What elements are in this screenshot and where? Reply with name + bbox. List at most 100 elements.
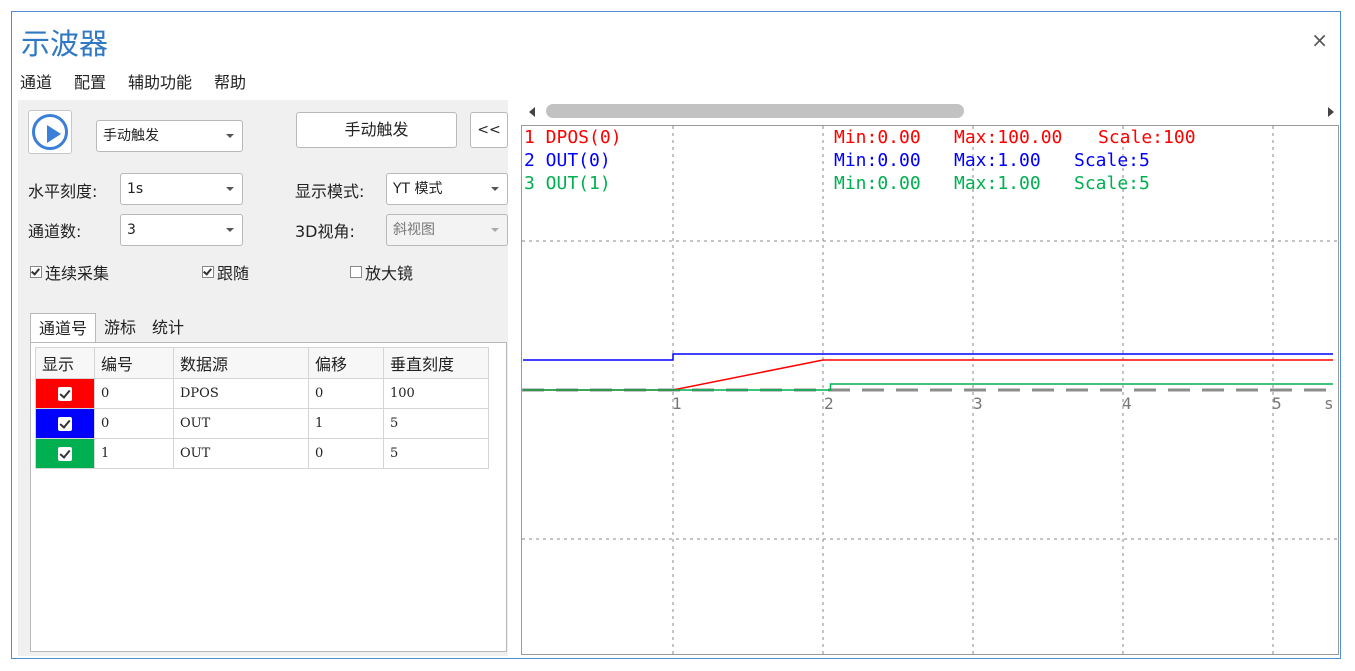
h-scale-value: 1s xyxy=(127,181,144,197)
plot-canvas xyxy=(522,126,1338,654)
cell-offset: 1 xyxy=(308,408,384,439)
cell-offset: 0 xyxy=(308,438,384,469)
horizontal-scrollbar[interactable] xyxy=(524,102,1342,122)
channel-color-swatch xyxy=(36,409,94,438)
collapse-panel-button[interactable]: << xyxy=(470,112,508,148)
menu-channel[interactable]: 通道 xyxy=(20,69,52,95)
close-icon[interactable]: × xyxy=(1311,28,1328,52)
checkbox-icon xyxy=(202,266,214,278)
cell-id: 0 xyxy=(94,378,174,409)
tab-cursor[interactable]: 游标 xyxy=(96,313,144,343)
trigger-mode-value: 手动触发 xyxy=(103,128,159,144)
ch2-min: Min:0.00 xyxy=(834,150,921,171)
col-header-id[interactable]: 编号 xyxy=(94,347,174,379)
chevron-down-icon xyxy=(226,187,234,191)
x-tick-label: 3 xyxy=(973,394,983,413)
tab-statistics[interactable]: 统计 xyxy=(144,313,192,343)
channel-table-container: 显示 编号 数据源 偏移 垂直刻度 0 DPOS 0 100 0 OUT 1 5… xyxy=(30,342,507,652)
display-mode-select[interactable]: YT 模式 xyxy=(386,173,508,205)
oscilloscope-window: 示波器 × 通道 配置 辅助功能 帮助 手动触发 手动触发 << 水平刻度: 1… xyxy=(11,11,1341,659)
play-button[interactable] xyxy=(28,110,72,154)
x-tick-label: 1 xyxy=(672,394,682,413)
cell-vscale: 5 xyxy=(383,408,489,439)
window-title: 示波器 xyxy=(21,27,109,61)
show-cell xyxy=(35,378,95,409)
table-row[interactable]: 0 DPOS 0 100 xyxy=(35,378,489,409)
play-icon xyxy=(32,114,68,150)
view3d-value: 斜视图 xyxy=(393,222,435,238)
channel-count-label: 通道数: xyxy=(28,222,82,241)
channel-table: 显示 编号 数据源 偏移 垂直刻度 0 DPOS 0 100 0 OUT 1 5… xyxy=(35,347,489,469)
ch3-label: 3 OUT(1) xyxy=(524,173,611,194)
col-header-show[interactable]: 显示 xyxy=(35,347,95,379)
magnifier-checkbox[interactable]: 放大镜 xyxy=(350,260,413,284)
panel-tabs: 通道号 游标 统计 xyxy=(30,313,192,343)
menu-bar: 通道 配置 辅助功能 帮助 xyxy=(20,69,246,95)
col-header-vscale[interactable]: 垂直刻度 xyxy=(383,347,489,379)
follow-checkbox[interactable]: 跟随 xyxy=(202,260,249,284)
col-header-offset[interactable]: 偏移 xyxy=(308,347,384,379)
ch2-label: 2 OUT(0) xyxy=(524,150,611,171)
channel-color-swatch xyxy=(36,439,94,468)
ch1-max: Max:100.00 xyxy=(954,127,1063,148)
ch1-scale: Scale:100 xyxy=(1098,127,1196,148)
tab-channels[interactable]: 通道号 xyxy=(30,313,97,343)
magnifier-label: 放大镜 xyxy=(365,264,414,283)
x-tick-label: 5 xyxy=(1272,394,1282,413)
channel-count-value: 3 xyxy=(127,222,136,238)
cell-id: 1 xyxy=(94,438,174,469)
scroll-right-icon[interactable] xyxy=(1328,107,1334,117)
chevron-down-icon xyxy=(491,228,499,232)
show-cell xyxy=(35,408,95,439)
ch3-scale: Scale:5 xyxy=(1074,173,1150,194)
x-tick-label: 4 xyxy=(1122,394,1132,413)
view3d-label: 3D视角: xyxy=(295,222,355,241)
show-checkbox[interactable] xyxy=(58,446,72,461)
menu-help[interactable]: 帮助 xyxy=(214,69,246,95)
menu-config[interactable]: 配置 xyxy=(74,69,106,95)
ch1-label: 1 DPOS(0) xyxy=(524,127,622,148)
control-panel: 手动触发 手动触发 << 水平刻度: 1s 显示模式: YT 模式 通道数: 3… xyxy=(18,100,508,656)
channel-count-select[interactable]: 3 xyxy=(120,214,243,246)
oscilloscope-plot[interactable]: 1 DPOS(0) Min:0.00 Max:100.00 Scale:100 … xyxy=(521,125,1339,655)
show-cell xyxy=(35,438,95,469)
cell-vscale: 100 xyxy=(383,378,489,409)
chevron-down-icon xyxy=(226,228,234,232)
table-row[interactable]: 1 OUT 0 5 xyxy=(35,438,489,469)
continuous-label: 连续采集 xyxy=(45,264,110,283)
ch2-scale: Scale:5 xyxy=(1074,150,1150,171)
trace-2 xyxy=(523,353,1333,361)
display-mode-value: YT 模式 xyxy=(393,181,443,197)
cell-source: OUT xyxy=(173,408,309,439)
manual-trigger-button[interactable]: 手动触发 xyxy=(296,112,457,148)
menu-tools[interactable]: 辅助功能 xyxy=(128,69,192,95)
col-header-source[interactable]: 数据源 xyxy=(173,347,309,379)
trace-1 xyxy=(523,359,1333,391)
scroll-left-icon[interactable] xyxy=(529,107,535,117)
checkbox-icon xyxy=(350,266,362,278)
cell-source: DPOS xyxy=(173,378,309,409)
display-mode-label: 显示模式: xyxy=(295,182,365,201)
continuous-checkbox[interactable]: 连续采集 xyxy=(30,260,109,284)
h-scale-select[interactable]: 1s xyxy=(120,173,243,205)
ch3-min: Min:0.00 xyxy=(834,173,921,194)
ch1-min: Min:0.00 xyxy=(834,127,921,148)
scroll-thumb[interactable] xyxy=(546,104,964,118)
ch2-max: Max:1.00 xyxy=(954,150,1041,171)
view3d-select[interactable]: 斜视图 xyxy=(386,214,508,246)
cell-source: OUT xyxy=(173,438,309,469)
h-scale-label: 水平刻度: xyxy=(28,182,98,201)
cell-id: 0 xyxy=(94,408,174,439)
x-tick-label: 2 xyxy=(824,394,834,413)
plot-traces xyxy=(523,353,1333,391)
checkbox-icon xyxy=(30,266,42,278)
show-checkbox[interactable] xyxy=(58,386,72,401)
cell-vscale: 5 xyxy=(383,438,489,469)
cell-offset: 0 xyxy=(308,378,384,409)
show-checkbox[interactable] xyxy=(58,416,72,431)
follow-label: 跟随 xyxy=(217,264,250,283)
table-header-row: 显示 编号 数据源 偏移 垂直刻度 xyxy=(35,347,489,379)
trigger-mode-select[interactable]: 手动触发 xyxy=(96,120,243,152)
x-unit-label: s xyxy=(1324,394,1334,413)
table-row[interactable]: 0 OUT 1 5 xyxy=(35,408,489,439)
